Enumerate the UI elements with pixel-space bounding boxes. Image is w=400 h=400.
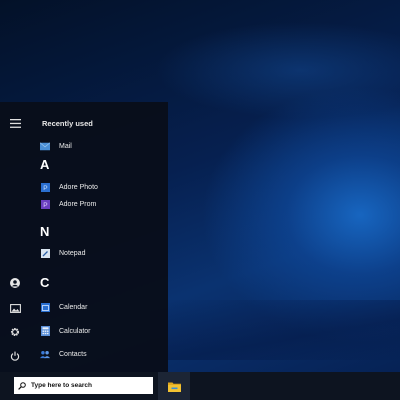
adore-photo-icon: P — [40, 182, 50, 192]
svg-text:P: P — [43, 185, 47, 192]
contacts-icon — [40, 349, 50, 359]
taskbar — [0, 372, 400, 400]
power-icon — [10, 351, 20, 361]
calendar-icon — [40, 302, 50, 312]
app-mail[interactable]: Mail — [40, 138, 72, 154]
app-calendar[interactable]: Calendar — [40, 299, 87, 315]
settings-button[interactable] — [4, 321, 26, 343]
start-menu: Recently used Mail A P Adore Photo P Ado… — [0, 102, 168, 372]
app-calculator[interactable]: Calculator — [40, 323, 91, 339]
pictures-button[interactable] — [4, 297, 26, 319]
hamburger-menu-icon — [9, 118, 21, 128]
recently-used-heading: Recently used — [42, 119, 93, 128]
app-list: Recently used Mail A P Adore Photo P Ado… — [30, 102, 168, 372]
app-contacts[interactable]: Contacts — [40, 346, 87, 362]
taskbar-search-box[interactable] — [14, 377, 153, 394]
user-icon — [10, 278, 20, 288]
letter-heading-a[interactable]: A — [40, 157, 49, 172]
search-icon — [18, 381, 26, 390]
app-adore-photo[interactable]: P Adore Photo — [40, 179, 98, 195]
notepad-icon — [40, 248, 50, 258]
pictures-icon — [9, 303, 21, 313]
mail-icon — [40, 141, 50, 151]
power-button[interactable] — [4, 345, 26, 367]
app-adore-prom[interactable]: P Adore Prom — [40, 196, 96, 212]
svg-text:P: P — [43, 202, 47, 209]
search-input[interactable] — [31, 382, 141, 389]
expand-menu-button[interactable] — [4, 112, 26, 134]
file-explorer-icon — [167, 382, 181, 392]
letter-heading-n[interactable]: N — [40, 224, 49, 239]
gear-icon — [10, 327, 20, 337]
app-label: Adore Prom — [59, 200, 97, 208]
app-label: Calculator — [59, 327, 91, 335]
app-notepad[interactable]: Notepad — [40, 245, 85, 261]
letter-heading-c[interactable]: C — [40, 275, 49, 290]
app-label: Contacts — [59, 350, 87, 358]
calculator-icon — [40, 326, 50, 336]
app-label: Calendar — [59, 303, 88, 311]
start-menu-rail — [0, 102, 30, 372]
app-label: Mail — [59, 142, 72, 150]
taskbar-file-explorer[interactable] — [158, 372, 190, 400]
user-account-button[interactable] — [4, 272, 26, 294]
app-label: Notepad — [59, 249, 86, 257]
adore-prom-icon: P — [40, 199, 50, 209]
app-label: Adore Photo — [59, 183, 98, 191]
